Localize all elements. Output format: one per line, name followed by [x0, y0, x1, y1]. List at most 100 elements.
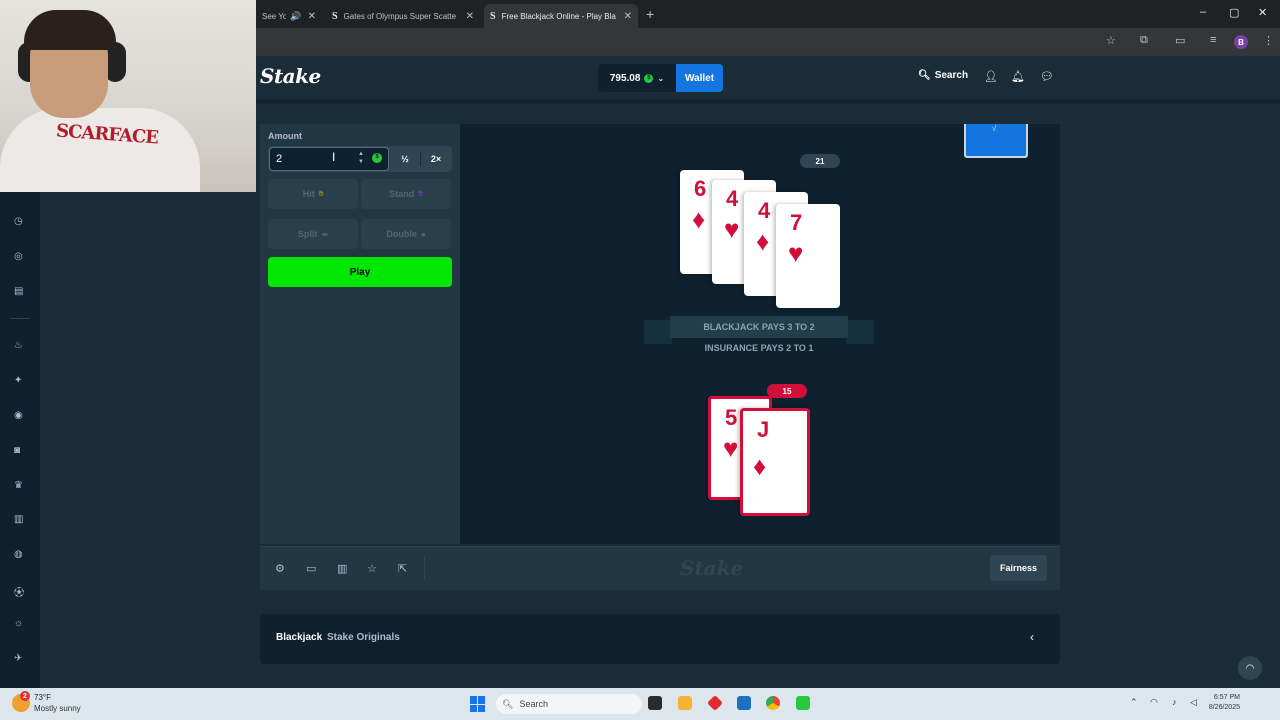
tray-chevron-up-icon[interactable]: ⌃: [1130, 697, 1138, 708]
menu-kebab-icon[interactable]: ⋮: [1263, 34, 1274, 47]
play-button[interactable]: Play: [268, 257, 452, 287]
currency-coin-icon: $: [372, 153, 382, 163]
balance-value: 795.08: [609, 72, 641, 84]
footer-divider: [424, 556, 425, 580]
support-chat-button[interactable]: ◠: [1238, 656, 1262, 680]
search-icon: 🔍︎: [502, 698, 514, 709]
settings-icon[interactable]: ⚙: [275, 562, 285, 575]
challenges-icon[interactable]: ◎: [14, 251, 23, 262]
split-button[interactable]: Split ⇹: [268, 219, 358, 249]
balance-dropdown[interactable]: 795.08 $ ⌄: [598, 64, 676, 92]
close-tab-icon[interactable]: ✕: [308, 11, 316, 22]
amount-stepper[interactable]: ▲ ▼: [358, 150, 364, 166]
heart-suit-icon: ♥: [788, 238, 804, 268]
wifi-icon[interactable]: ◠: [1150, 697, 1158, 708]
stand-button[interactable]: Stand ✋︎: [361, 179, 451, 209]
file-explorer-icon[interactable]: [678, 696, 692, 710]
card-rank: 7: [790, 210, 803, 235]
speaker-icon[interactable]: 🔊: [290, 11, 301, 22]
tab-free-blackjack[interactable]: S Free Blackjack Online - Play Bla ✕: [484, 4, 638, 28]
headset-icon: ◠: [1245, 662, 1255, 674]
stake-favicon-icon: S: [490, 10, 496, 22]
dealer-score-badge: 21: [800, 154, 840, 168]
heart-suit-icon: ♥: [723, 433, 739, 463]
bookmark-star-icon[interactable]: ☆: [1106, 34, 1116, 47]
hit-label: Hit: [302, 189, 315, 199]
game-shows-icon[interactable]: ♛: [14, 480, 23, 491]
banner-ribbon-left: [644, 320, 672, 344]
new-tab-button[interactable]: +: [646, 6, 654, 22]
taskbar-clock[interactable]: 6:57 PM 8/26/2025: [1196, 693, 1240, 713]
profile-avatar[interactable]: B: [1234, 35, 1248, 49]
task-view-icon[interactable]: [648, 696, 662, 710]
close-tab-icon[interactable]: ✕: [624, 11, 632, 22]
card-rank: 4: [758, 198, 771, 223]
cast-icon[interactable]: ▭: [1175, 34, 1185, 47]
minimize-button[interactable]: –: [1200, 6, 1206, 18]
diamond-suit-icon: ♦: [756, 226, 770, 256]
address-bar[interactable]: [262, 32, 1122, 52]
chevron-left-icon[interactable]: ‹: [1030, 630, 1034, 644]
tab-see-you[interactable]: See You' 🔊 ✕: [256, 4, 322, 28]
text-cursor-icon: I: [332, 150, 336, 164]
close-tab-icon[interactable]: ✕: [466, 11, 474, 22]
tab-title: Free Blackjack Online - Play Bla: [501, 11, 616, 21]
weather-description: Mostly sunny: [34, 704, 81, 713]
player-card: J ♦: [740, 408, 810, 516]
theatre-mode-icon[interactable]: ▭: [306, 562, 316, 575]
search-button[interactable]: 🔍︎ Search: [918, 70, 968, 81]
originals-icon[interactable]: ✦: [14, 375, 22, 386]
share-icon[interactable]: ⇱: [398, 562, 407, 575]
split-icon: ⇹: [321, 229, 329, 239]
double-bet-button[interactable]: 2×: [421, 147, 451, 171]
windows-start-icon[interactable]: [470, 696, 486, 712]
currency-coin-icon: $: [644, 73, 654, 83]
half-bet-button[interactable]: ½: [390, 147, 420, 171]
tab-gates-of-olympus[interactable]: S Gates of Olympus Super Scatte ✕: [326, 4, 480, 28]
store-icon[interactable]: ▤: [14, 286, 23, 297]
sidebar-divider: [10, 318, 30, 319]
extensions-icon[interactable]: ⧉: [1140, 34, 1148, 47]
wallet-button[interactable]: Wallet: [676, 64, 723, 92]
stake-logo[interactable]: Stake: [260, 64, 321, 88]
double-down-button[interactable]: Double ●: [361, 219, 451, 249]
notifications-icon[interactable]: 🔔︎: [1011, 70, 1025, 83]
fairness-button[interactable]: Fairness: [990, 555, 1047, 581]
hit-button[interactable]: Hit ✋︎: [268, 179, 358, 209]
slots-icon[interactable]: ◉: [14, 410, 23, 421]
live-casino-icon[interactable]: ◙: [14, 445, 20, 456]
game-footer: [260, 546, 1060, 590]
site-header: [256, 56, 1280, 100]
shoe-logo-icon: √: [992, 124, 997, 133]
bet-amount-input[interactable]: [269, 147, 389, 171]
stats-icon[interactable]: ▥: [337, 562, 347, 575]
game-title: Blackjack: [276, 632, 323, 643]
close-window-button[interactable]: ✕: [1258, 6, 1267, 19]
app-green-icon[interactable]: [796, 696, 810, 710]
favorite-star-icon[interactable]: ☆: [367, 562, 377, 575]
taskbar-search[interactable]: 🔍︎ Search: [496, 694, 642, 714]
webcam-person-hair: [24, 10, 116, 50]
hot-games-icon[interactable]: ♨: [14, 340, 23, 351]
card-rank: 5: [725, 405, 738, 430]
promotions-icon[interactable]: ☼: [14, 618, 23, 629]
chat-icon[interactable]: 💬︎: [1040, 70, 1054, 83]
media-control-icon[interactable]: ≡: [1210, 34, 1216, 46]
webcam-overlay: SCARFACE: [0, 0, 256, 192]
microphone-icon[interactable]: ♪: [1172, 697, 1177, 707]
poker-icon[interactable]: ◍: [14, 549, 23, 560]
recent-icon[interactable]: ◷: [14, 216, 23, 227]
outlook-icon[interactable]: [737, 696, 751, 710]
date: 8/26/2025: [1208, 704, 1240, 711]
table-games-icon[interactable]: ▥: [14, 514, 23, 525]
double-label: Double: [386, 229, 417, 239]
search-icon: 🔍︎: [918, 70, 931, 81]
user-icon[interactable]: 👤︎: [984, 70, 998, 83]
dealer-card: 7 ♥: [776, 204, 840, 308]
maximize-button[interactable]: ▢: [1229, 6, 1239, 19]
chrome-icon[interactable]: [766, 696, 780, 710]
sports-icon[interactable]: ⚽︎: [14, 584, 24, 599]
hit-hand-icon: ✋︎: [318, 189, 324, 198]
diamond-suit-icon: ♦: [753, 451, 767, 481]
launch-icon[interactable]: ✈: [14, 653, 22, 664]
